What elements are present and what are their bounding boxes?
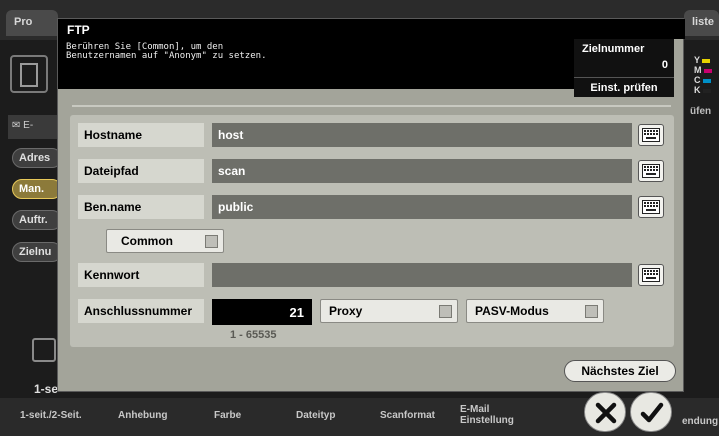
anschlussnummer-range: 1 - 65535 xyxy=(230,329,277,341)
common-checkbox[interactable] xyxy=(205,235,218,248)
proxy-label: Proxy xyxy=(329,304,363,318)
pasv-label: PASV-Modus xyxy=(475,304,549,318)
kennwort-keyboard-button[interactable] xyxy=(638,264,664,286)
toner-indicator: Y M C K xyxy=(694,55,716,95)
proxy-checkbox[interactable] xyxy=(439,305,452,318)
anschlussnummer-label: Anschlussnummer xyxy=(78,299,204,323)
dialog-title: FTP xyxy=(58,19,685,39)
proxy-toggle-button[interactable]: Proxy xyxy=(320,299,458,323)
anschlussnummer-field[interactable]: 21 xyxy=(212,299,312,325)
ftp-dialog: FTP Berühren Sie [Common], um den Benutz… xyxy=(57,18,685,392)
zielnummer-value: 0 xyxy=(661,59,668,71)
background-bottom-item: 1-seit./2-Seit. xyxy=(20,410,82,421)
pasv-toggle-button[interactable]: PASV-Modus xyxy=(466,299,604,323)
mail-icon: ✉ xyxy=(12,120,21,131)
form-panel: Hostname host Dateipfad scan Ben.name pu… xyxy=(70,115,674,347)
benname-label: Ben.name xyxy=(78,195,204,219)
hostname-label: Hostname xyxy=(78,123,204,147)
pasv-checkbox[interactable] xyxy=(585,305,598,318)
background-bottom-item: Farbe xyxy=(214,410,242,421)
dateipfad-keyboard-button[interactable] xyxy=(638,160,664,182)
hostname-field[interactable]: host xyxy=(212,123,632,147)
ok-button[interactable] xyxy=(630,392,672,432)
hostname-keyboard-button[interactable] xyxy=(638,124,664,146)
divider xyxy=(72,105,671,107)
dateipfad-field[interactable]: scan xyxy=(212,159,632,183)
einst-pruefen-button[interactable]: Einst. prüfen xyxy=(574,77,674,97)
keyboard-icon xyxy=(642,268,660,282)
background-bottom-item: Anhebung xyxy=(118,410,168,421)
zielnummer-box: Zielnummer 0 xyxy=(574,39,674,77)
keyboard-icon xyxy=(642,128,660,142)
background-bottom-item: E-Mail Einstellung xyxy=(460,404,514,426)
kennwort-label: Kennwort xyxy=(78,263,204,287)
background-pill-adres: Adres xyxy=(12,148,62,168)
kennwort-field[interactable] xyxy=(212,263,632,287)
benname-field[interactable]: public xyxy=(212,195,632,219)
naechstes-ziel-button[interactable]: Nächstes Ziel xyxy=(564,360,676,382)
cancel-button[interactable] xyxy=(584,392,626,432)
page-icon xyxy=(32,338,56,362)
background-bottom-item: endung xyxy=(682,416,719,427)
background-email-tab: ✉ E- xyxy=(8,115,60,139)
dialog-message: Berühren Sie [Common], um den Benutzerna… xyxy=(58,39,574,89)
background-tab-pro: Pro xyxy=(6,10,58,36)
checkmark-icon xyxy=(640,402,664,423)
common-label: Common xyxy=(121,234,173,248)
background-bottom-item: Dateityp xyxy=(296,410,336,421)
benname-keyboard-button[interactable] xyxy=(638,196,664,218)
keyboard-icon xyxy=(642,164,660,178)
background-pill-zielnu: Zielnu xyxy=(12,242,62,262)
document-icon xyxy=(10,55,48,93)
background-bottom-label: 1-se xyxy=(34,382,59,396)
background-pill-man: Man. xyxy=(12,179,62,199)
background-bottom-item: Scanformat xyxy=(380,410,436,421)
background-tab-liste: liste xyxy=(684,10,719,36)
dateipfad-label: Dateipfad xyxy=(78,159,204,183)
zielnummer-label: Zielnummer xyxy=(582,43,645,55)
keyboard-icon xyxy=(642,200,660,214)
background-right-text: üfen xyxy=(690,106,712,117)
cancel-x-icon xyxy=(595,402,617,424)
background-pill-auftr: Auftr. xyxy=(12,210,62,230)
common-toggle-button[interactable]: Common xyxy=(106,229,224,253)
